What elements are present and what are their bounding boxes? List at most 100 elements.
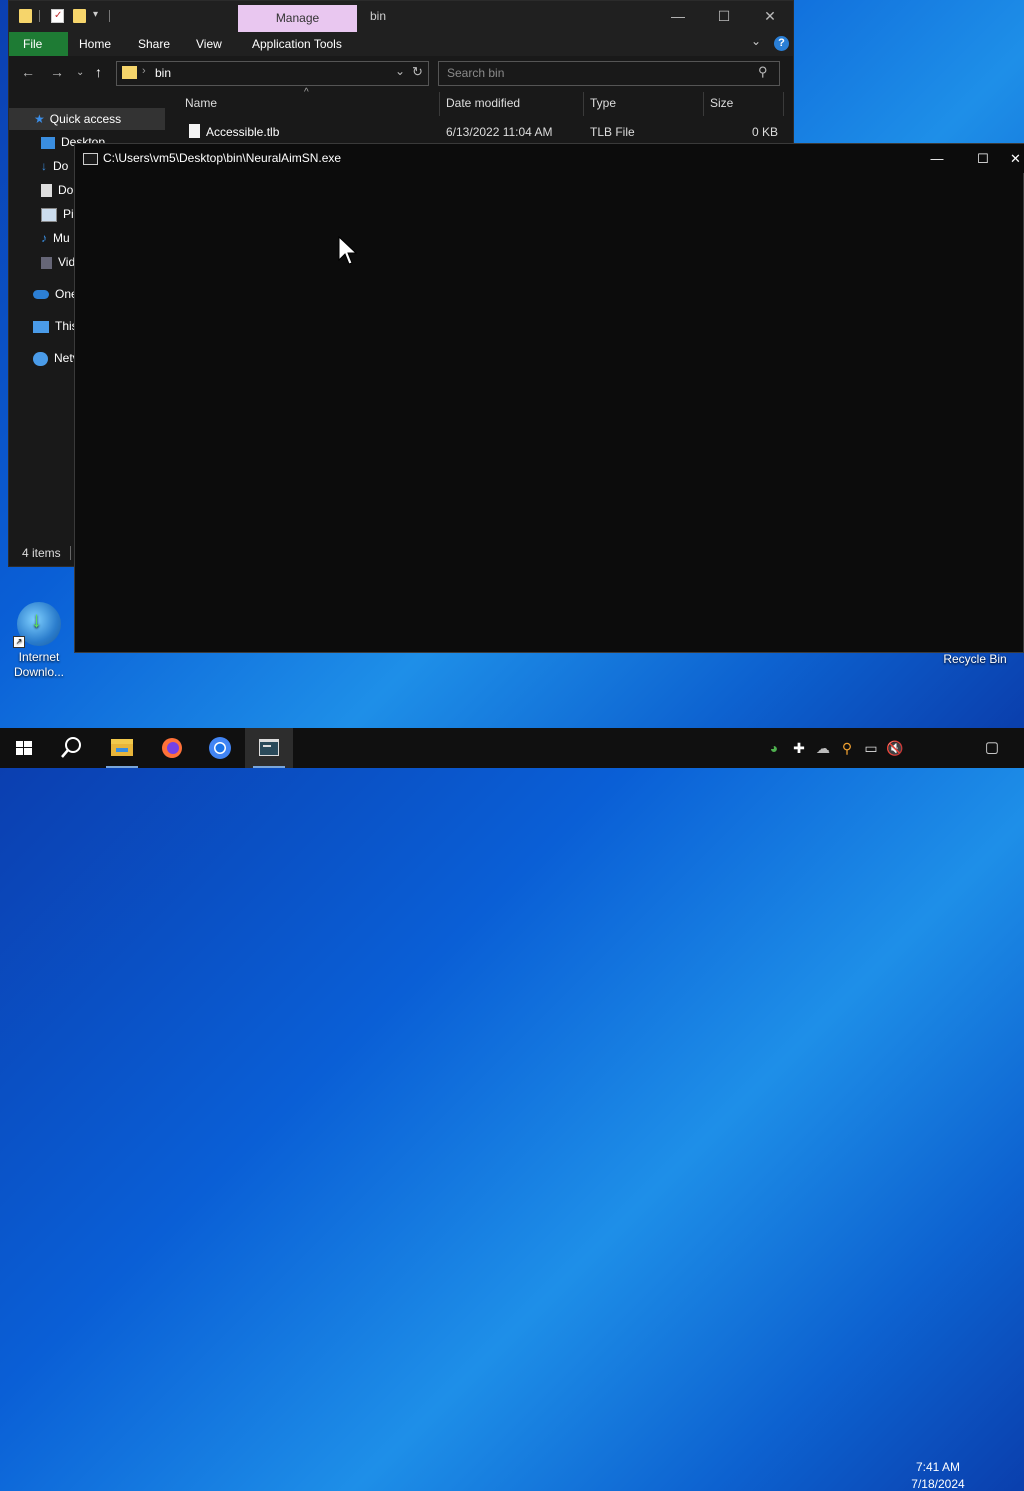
taskbar-clock-time[interactable]: 7:41 AM [912, 1460, 964, 1474]
address-bar[interactable]: › bin ⌄ ↻ [116, 61, 429, 86]
file-date-modified: 6/13/2022 11:04 AM [446, 125, 553, 139]
folder-icon[interactable] [19, 9, 32, 23]
document-icon [41, 184, 52, 198]
star-icon: ★ [34, 112, 45, 126]
column-divider[interactable] [783, 92, 784, 116]
console-app-icon[interactable] [83, 153, 98, 165]
column-divider[interactable] [583, 92, 584, 116]
column-divider[interactable] [703, 92, 704, 116]
video-icon [41, 256, 52, 269]
search-input[interactable]: Search bin ⚲ [438, 61, 780, 86]
security-shield-icon[interactable]: ✚ [791, 740, 807, 756]
folder-icon [122, 66, 137, 79]
ribbon-collapse-chevron-icon[interactable]: ⌄ [751, 34, 761, 48]
tab-manage[interactable]: Manage [238, 5, 357, 32]
sidebar-item-downloads[interactable]: ↓ Do [41, 155, 68, 177]
breadcrumb-separator-icon[interactable]: › [142, 65, 146, 77]
forward-arrow-icon[interactable]: → [50, 64, 64, 80]
desktop-icon-recycle-bin[interactable]: Recycle Bin [940, 652, 1010, 667]
desktop-icon [41, 136, 55, 149]
pictures-icon [41, 207, 57, 222]
network-icon [33, 351, 48, 366]
console-window-title: C:\Users\vm5\Desktop\bin\NeuralAimSN.exe [103, 151, 342, 165]
wired-network-icon[interactable]: ▭ [863, 740, 879, 756]
help-button[interactable]: ? [774, 36, 789, 51]
column-header-name[interactable]: Name [185, 96, 217, 110]
status-divider [70, 546, 71, 560]
qat-divider [109, 10, 110, 22]
navigation-bar: ← → ⌄ ↑ › bin ⌄ ↻ Search bin ⚲ [9, 56, 793, 90]
window-title: bin [370, 9, 387, 23]
console-titlebar[interactable]: C:\Users\vm5\Desktop\bin\NeuralAimSN.exe… [75, 144, 1024, 173]
file-explorer-icon [111, 739, 133, 756]
sidebar-item-label: Do [53, 159, 69, 173]
console-window[interactable]: C:\Users\vm5\Desktop\bin\NeuralAimSN.exe… [74, 143, 1024, 653]
taskbar-file-explorer[interactable] [98, 728, 146, 768]
tab-view[interactable]: View [185, 32, 233, 56]
minimize-button[interactable]: — [655, 1, 701, 32]
sidebar-item-videos[interactable]: Vid [41, 251, 75, 273]
notification-center-icon[interactable]: ▢ [983, 740, 1001, 756]
network-status-icon[interactable]: ◕ [766, 740, 782, 756]
tab-application-tools[interactable]: Application Tools [241, 32, 353, 56]
tab-home[interactable]: Home [68, 32, 122, 56]
firefox-icon [162, 738, 182, 758]
address-text[interactable]: bin [155, 66, 171, 80]
desktop-icon-label: Recycle Bin [943, 652, 1007, 666]
qat-divider [39, 10, 40, 22]
refresh-icon[interactable]: ↻ [412, 64, 423, 80]
console-output-area[interactable] [75, 173, 1023, 652]
ribbon-tabs: File Home Share View Application Tools [9, 32, 793, 56]
address-dropdown-chevron-icon[interactable]: ⌄ [395, 64, 405, 78]
recent-locations-chevron-icon[interactable]: ⌄ [76, 67, 84, 78]
properties-icon[interactable]: ✓ [51, 9, 64, 23]
sidebar-item-music[interactable]: ♪ Mu [41, 227, 70, 249]
status-item-count: 4 items [22, 546, 61, 560]
column-divider[interactable] [439, 92, 440, 116]
sidebar-item-quick-access[interactable]: ★ Quick access [9, 108, 165, 130]
globe-download-icon: ↓ ↗ [13, 602, 61, 648]
qat-customize-icon[interactable]: ▾ [93, 9, 98, 20]
sidebar-item-onedrive[interactable]: One [33, 283, 78, 305]
tab-file[interactable]: File [9, 32, 68, 56]
taskbar-console-app[interactable] [245, 728, 293, 768]
start-button[interactable] [0, 728, 48, 768]
taskbar-clock-date[interactable]: 7/18/2024 [906, 1477, 970, 1491]
taskbar-firefox[interactable] [148, 728, 196, 768]
sidebar-item-this-pc[interactable]: This [33, 315, 78, 337]
mouse-pointer-icon [338, 236, 358, 265]
explorer-titlebar[interactable]: ✓ ▾ Manage bin — ☐ ✕ [9, 1, 793, 32]
search-magnifier-icon[interactable]: ⚲ [839, 740, 855, 756]
file-size: 0 KB [752, 125, 779, 139]
sidebar-item-label: Mu [53, 231, 70, 245]
sidebar-item-network[interactable]: Netv [33, 347, 79, 369]
taskbar-chrome[interactable] [196, 728, 244, 768]
close-button[interactable]: ✕ [747, 1, 793, 32]
download-arrow-icon: ↓ [41, 159, 47, 173]
file-name[interactable]: Accessible.tlb [206, 125, 279, 139]
volume-muted-icon[interactable]: 🔇 [886, 740, 903, 756]
chrome-icon [209, 737, 231, 759]
file-icon [189, 124, 200, 138]
maximize-button[interactable]: ☐ [701, 1, 747, 32]
console-minimize-button[interactable]: — [914, 144, 960, 173]
search-button[interactable] [48, 728, 96, 768]
column-header-type[interactable]: Type [590, 96, 616, 110]
up-arrow-icon[interactable]: ↑ [95, 64, 102, 80]
column-header-size[interactable]: Size [710, 96, 733, 110]
console-maximize-button[interactable]: ☐ [960, 144, 1006, 173]
desktop-icon-label: Internet [18, 650, 60, 664]
cloud-offline-icon[interactable]: ☁ [815, 740, 831, 756]
desktop-icon-internet-download-manager[interactable]: ↓ ↗ Internet Downlo... [6, 602, 72, 680]
sidebar-item-label: Do [58, 183, 74, 197]
tab-share[interactable]: Share [127, 32, 181, 56]
column-header-date-modified[interactable]: Date modified [446, 96, 520, 110]
search-icon[interactable]: ⚲ [758, 64, 768, 80]
back-arrow-icon[interactable]: ← [21, 64, 35, 80]
new-folder-icon[interactable] [73, 9, 86, 23]
file-type: TLB File [590, 125, 635, 139]
console-close-button[interactable]: ✕ [1006, 144, 1024, 173]
sidebar-item-documents[interactable]: Do [41, 179, 73, 201]
search-icon [61, 737, 81, 758]
computer-icon [33, 320, 49, 333]
